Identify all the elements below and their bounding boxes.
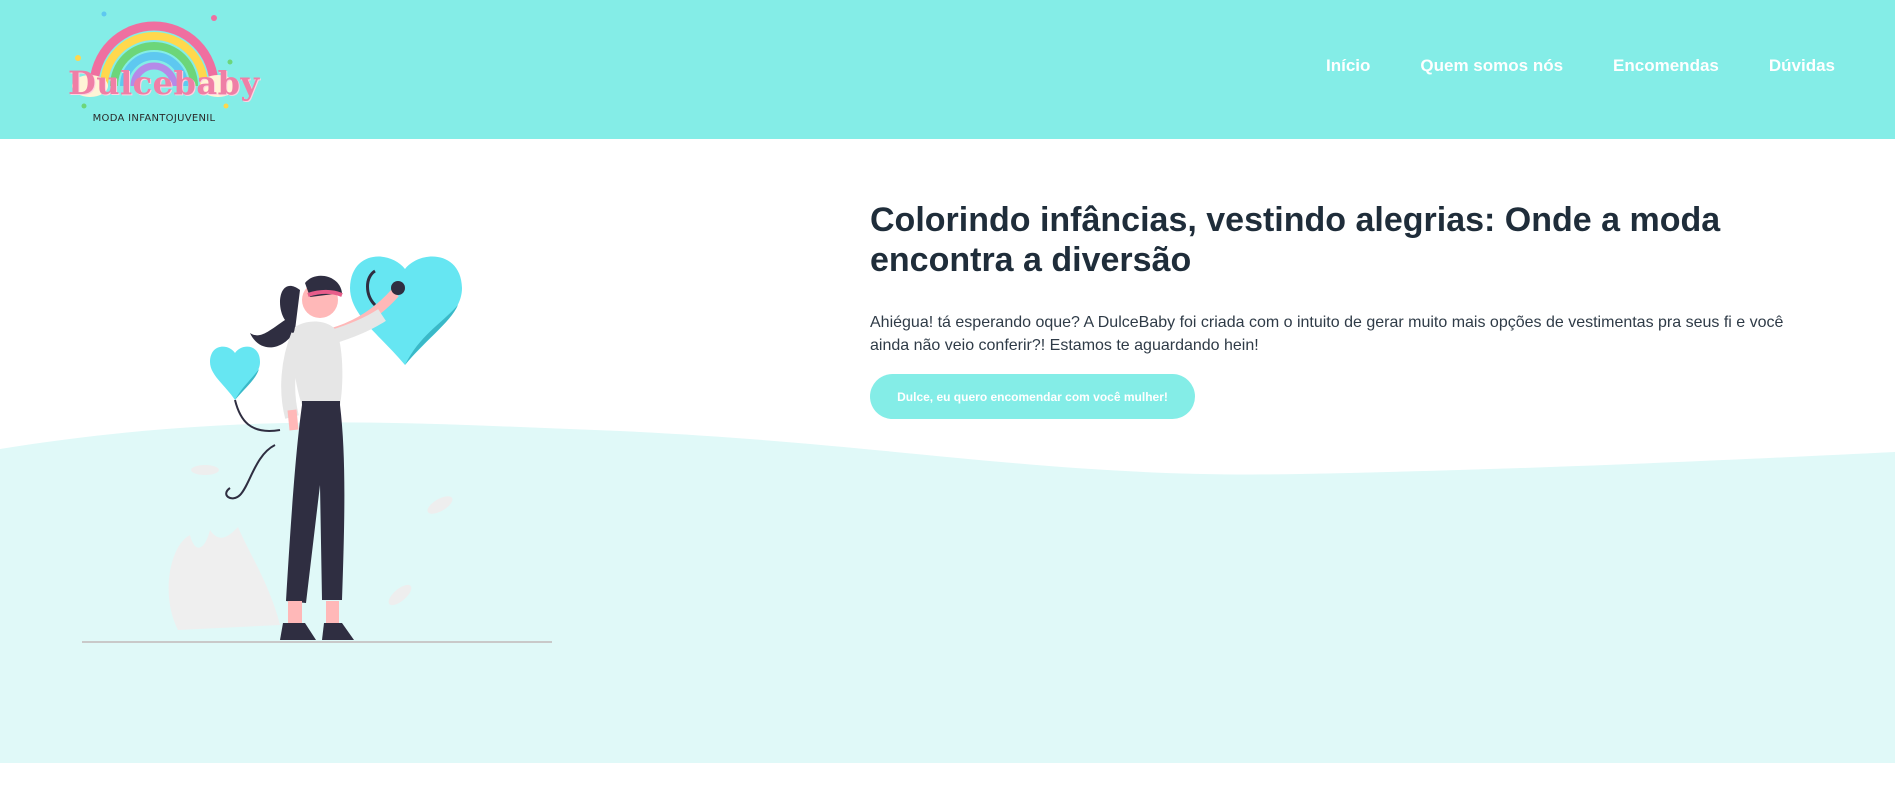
site-header: Dulcebaby MODA INFANTOJUVENIL Início Que… bbox=[0, 0, 1895, 139]
hero-paragraph: Ahiégua! tá esperando oque? A DulceBaby … bbox=[870, 314, 1784, 354]
main-nav: Início Quem somos nós Encomendas Dúvidas bbox=[1276, 56, 1835, 76]
order-cta-button[interactable]: Dulce, eu quero encomendar com você mulh… bbox=[870, 374, 1195, 419]
nav-item-quem-somos[interactable]: Quem somos nós bbox=[1420, 56, 1563, 76]
hero-headline: Colorindo infâncias, vestindo alegrias: … bbox=[870, 201, 1721, 279]
nav-item-duvidas[interactable]: Dúvidas bbox=[1769, 56, 1835, 76]
nav-item-encomendas[interactable]: Encomendas bbox=[1613, 56, 1719, 76]
page-below-fold bbox=[0, 763, 1895, 811]
brand-tagline: MODA INFANTOJUVENIL bbox=[92, 113, 216, 124]
nav-item-inicio[interactable]: Início bbox=[1326, 56, 1370, 76]
brand-logo[interactable]: Dulcebaby MODA INFANTOJUVENIL bbox=[64, 6, 260, 132]
woman-with-heart-balloons-illustration bbox=[82, 256, 552, 643]
brand-name: Dulcebaby bbox=[68, 64, 260, 102]
